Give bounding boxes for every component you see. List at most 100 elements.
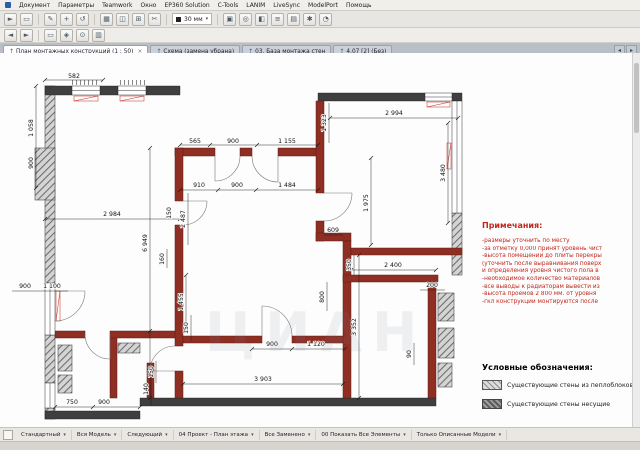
pie-icon[interactable]: ◔	[319, 12, 333, 26]
pen-tool-icon[interactable]: ✎	[44, 12, 57, 26]
chip-label: Следующий	[127, 431, 163, 438]
chevron-down-icon: ▾	[307, 431, 311, 438]
svg-text:609: 609	[327, 227, 339, 234]
note-line: -за отметку 0,000 принят уровень чист	[482, 245, 603, 252]
legend-swatch-existing-walls	[482, 380, 502, 390]
dimension-ticks	[33, 77, 461, 410]
add-icon[interactable]: +	[60, 12, 73, 26]
model-filter-select[interactable]: Вся Модель ▾	[72, 429, 123, 440]
notes-title: Примечания:	[482, 221, 543, 230]
section-icon[interactable]: ◧	[255, 12, 269, 26]
view-select[interactable]: 04 Проект - План этажа ▾	[174, 429, 260, 440]
list-icon[interactable]: ≡	[271, 12, 285, 26]
arrow-tool-icon[interactable]: ►	[4, 12, 17, 26]
menu-item-ctools[interactable]: C-Tools	[218, 2, 239, 9]
svg-text:2 487: 2 487	[180, 210, 187, 228]
svg-text:160: 160	[159, 253, 166, 265]
svg-text:1 323: 1 323	[321, 114, 328, 132]
svg-text:900: 900	[28, 157, 35, 169]
marquee-tool-icon[interactable]: ▭	[20, 12, 33, 26]
chip-label: Вся Модель	[76, 431, 111, 438]
vertical-scrollbar[interactable]	[632, 53, 640, 427]
menu-bar: Документ Параметры Teamwork Окно EP360 S…	[0, 0, 640, 11]
fill-tool-icon[interactable]: ▣	[223, 12, 237, 26]
legend-item: Существующие стены несущие	[482, 399, 632, 409]
described-models-select[interactable]: Только Описанные Модели ▾	[412, 429, 508, 440]
note-line: -необходимое количество материалов	[482, 275, 601, 282]
forward-icon[interactable]: ►	[20, 28, 33, 42]
svg-text:90: 90	[406, 350, 413, 358]
legend-title: Условные обозначения:	[482, 363, 593, 372]
menu-item-window[interactable]: Окно	[141, 2, 157, 9]
svg-text:900: 900	[266, 341, 278, 348]
menu-item-ep360[interactable]: EP360 Solution	[164, 2, 209, 9]
diamond-icon[interactable]: ◈	[60, 28, 73, 42]
layer-combination-select[interactable]: Стандартный ▾	[16, 429, 72, 440]
chip-label: 00 Показать Все Элементы	[321, 431, 401, 438]
origin-icon[interactable]: ⊙	[76, 28, 89, 42]
snap-grid-icon[interactable]: ⊞	[132, 12, 145, 26]
svg-text:1 455: 1 455	[178, 293, 185, 311]
svg-text:1 484: 1 484	[278, 182, 296, 189]
toolbar-separator	[38, 29, 39, 41]
menu-item-modelport[interactable]: ModelPort	[308, 2, 338, 9]
toolbar-separator	[94, 13, 95, 25]
menu-item-livesync[interactable]: LiveSync	[273, 2, 300, 9]
chip-label: Стандартный	[21, 431, 61, 438]
svg-text:3 352: 3 352	[351, 318, 358, 336]
override-select[interactable]: Все Заменено ▾	[260, 429, 317, 440]
hatch2-icon[interactable]: ▥	[92, 28, 105, 42]
back-icon[interactable]: ◄	[4, 28, 17, 42]
svg-text:150: 150	[166, 207, 173, 219]
svg-text:900: 900	[227, 138, 239, 145]
legend-block: Условные обозначения: Существующие стены…	[482, 363, 632, 418]
menu-item-document[interactable]: Документ	[19, 2, 50, 9]
archicad-window: Документ Параметры Teamwork Окно EP360 S…	[0, 0, 640, 450]
chevron-down-icon: ▾	[403, 431, 406, 438]
frame-icon[interactable]: ▭	[44, 28, 57, 42]
legend-label: Существующие стены несущие	[507, 400, 611, 408]
quick-options-bar: Стандартный ▾ Вся Модель ▾ Следующий ▾ 0…	[0, 427, 640, 441]
secondary-toolbar: ◄ ► ▭ ◈ ⊙ ▥	[0, 28, 640, 43]
note-line: -размеры уточнить по месту	[482, 238, 570, 244]
svg-text:2 400: 2 400	[384, 262, 402, 269]
offset-value-field[interactable]: 30 мм ▾	[172, 13, 213, 25]
dimension-labels[interactable]: 582 1 058 900 565 900 1 155 1 323 2 994 …	[18, 72, 448, 407]
svg-text:1 975: 1 975	[363, 194, 370, 212]
chevron-down-icon: ▾	[165, 431, 168, 438]
svg-text:565: 565	[189, 138, 201, 145]
legend-item: Существующие стены из пеплоблоков	[482, 380, 632, 390]
note-line: -гкл конструкции монтируются после	[482, 298, 599, 305]
chevron-down-icon[interactable]: ▾	[206, 16, 209, 22]
menu-item-help[interactable]: Помощь	[346, 2, 372, 9]
quick-options-icon[interactable]	[3, 429, 13, 440]
scrollbar-thumb[interactable]	[634, 63, 639, 133]
hatch-icon[interactable]: ▤	[287, 12, 301, 26]
menu-item-teamwork[interactable]: Teamwork	[102, 2, 132, 9]
toolbar-separator	[38, 13, 39, 25]
target-icon[interactable]: ◎	[239, 12, 253, 26]
svg-text:6 949: 6 949	[142, 234, 149, 252]
undo-icon[interactable]: ↺	[76, 12, 89, 26]
note-line: (уточнить после выравнивания поверх	[482, 260, 602, 267]
menu-item-options[interactable]: Параметры	[58, 2, 94, 9]
svg-text:350: 350	[346, 259, 353, 271]
svg-text:900: 900	[98, 399, 110, 406]
menu-item-lanim[interactable]: LANIM	[246, 2, 265, 9]
dimension-lines[interactable]	[12, 79, 458, 408]
chevron-down-icon: ▾	[498, 431, 502, 438]
note-line: -высота помещений до плиты перекры	[482, 253, 602, 260]
cut-icon[interactable]: ✂	[148, 12, 161, 26]
star-icon[interactable]: ✱	[303, 12, 317, 26]
layers-icon[interactable]: ◫	[116, 12, 129, 26]
drawing-area[interactable]: 582 1 058 900 565 900 1 155 1 323 2 994 …	[0, 53, 633, 427]
svg-text:750: 750	[66, 399, 78, 406]
renovation-filter-select[interactable]: Следующий ▾	[122, 429, 174, 440]
radiators[interactable]	[55, 95, 452, 322]
svg-text:2 994: 2 994	[385, 110, 403, 117]
svg-text:800: 800	[319, 291, 326, 303]
grid-icon[interactable]: ▦	[100, 12, 113, 26]
new-walls[interactable]	[54, 100, 463, 399]
svg-text:3 480: 3 480	[440, 164, 447, 182]
show-elements-select[interactable]: 00 Показать Все Элементы ▾	[316, 429, 412, 440]
